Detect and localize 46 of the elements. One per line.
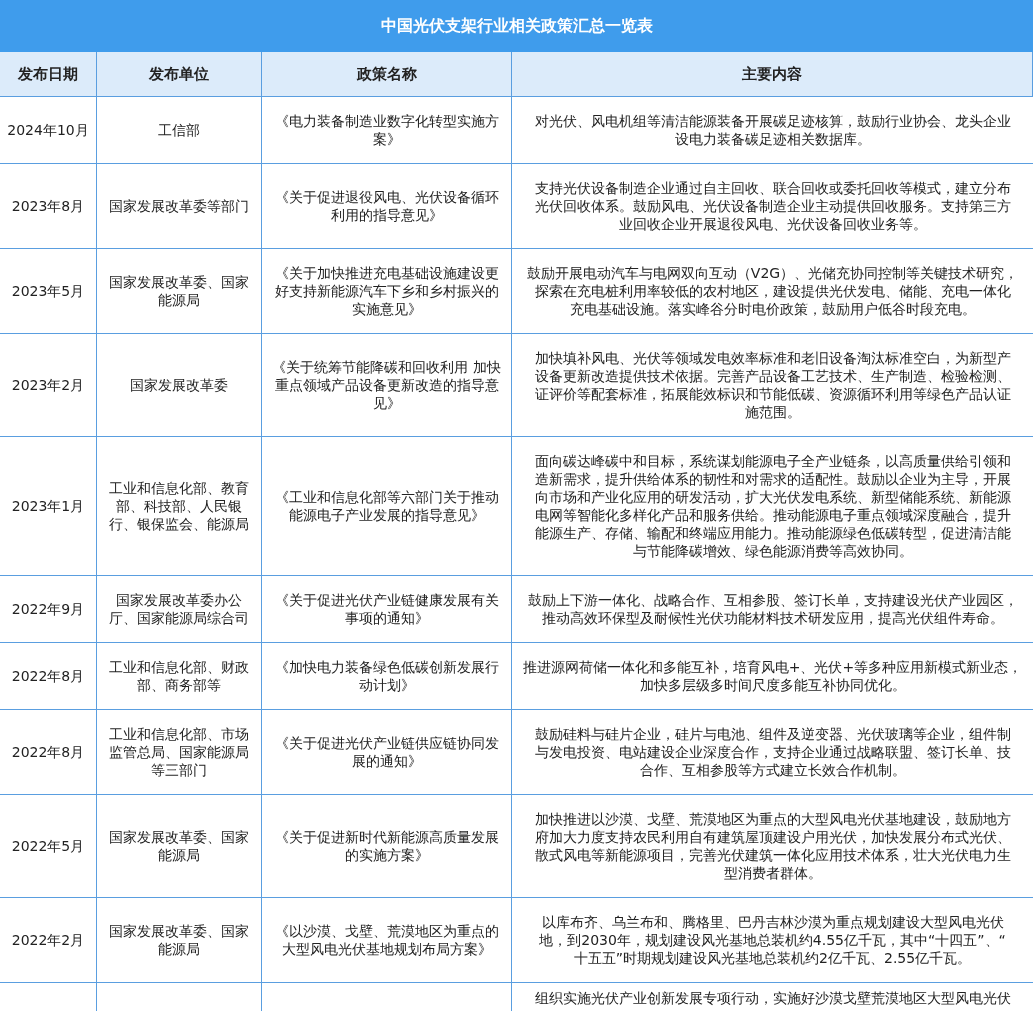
policy-name-cell-text: 《以沙漠、戈壁、荒漠地区为重点的大型风电光伏基地规划布局方案》 <box>273 922 500 958</box>
content-cell: 支持光伏设备制造企业通过自主回收、联合回收或委托回收等模式，建立分布 光伏回收体系。鼓励风电、光伏设备制造企业主动提供回收服务。支持第三方 业回收企业开展退役风电、光伏设备回收业务等。 <box>534 179 1011 233</box>
publisher-cell-text: 国家发展改革委、国家能源局 <box>108 922 250 958</box>
content-cell: 组织实施光伏产业创新发展专项行动，实施好沙漠戈壁荒漠地区大型风电光伏 <box>534 989 1011 1007</box>
publisher-cell-text: 工业和信息化部、财政部、商务部等 <box>108 658 250 694</box>
publisher-cell: 国家发展改革委 <box>130 376 228 394</box>
date-cell: 2023年5月 <box>11 282 85 300</box>
policy-name-cell-text: 《关于促进新时代新能源高质量发展的实施方案》 <box>273 828 500 864</box>
date-cell: 2023年8月 <box>11 197 85 215</box>
table-title: 中国光伏支架行业相关政策汇总一览表 <box>0 0 1033 52</box>
content-cell: 对光伏、风电机组等清洁能源装备开展碳足迹核算，鼓励行业协会、龙头企业 设电力装备碳足迹相关数据库。 <box>534 112 1011 148</box>
policy-name-cell-text: 《加快电力装备绿色低碳创新发展行动计划》 <box>273 658 500 694</box>
policy-name-cell-text: 《关于加快推进充电基础设施建设更好支持新能源汽车下乡和乡村振兴的实施意见》 <box>273 264 500 318</box>
content-cell: 鼓励上下游一体化、战略合作、互相参股、签订长单，支持建设光伏产业园区， 推动高效环保型及耐候性光伏功能材料技术研发应用，提高光伏组件寿命。 <box>527 591 1018 627</box>
policy-name-cell-text: 《关于统筹节能降碳和回收利用 加快重点领域产品设备更新改造的指导意见》 <box>271 358 502 412</box>
policy-name-cell-text: 《工业和信息化部等六部门关于推动能源电子产业发展的指导意见》 <box>273 488 500 524</box>
date-cell: 2022年8月 <box>11 743 85 761</box>
publisher-cell-text: 国家发展改革委、国家能源局 <box>108 828 250 864</box>
publisher-cell-text: 工业和信息化部、教育部、科技部、人民银行、银保监会、能源局 <box>108 479 250 533</box>
content-cell: 鼓励开展电动汽车与电网双向互动（V2G）、光储充协同控制等关键技术研究， 探索在充电桩利用率较低的农村地区，建设提供光伏发电、储能、充电一体化 充电基础设施。落实峰谷分时电价政策，鼓励用户低谷时段充电。 <box>526 264 1019 318</box>
content-cell: 推进源网荷储一体化和多能互补，培育风电+、光伏+等多种应用新模式新业态， 加快多层级多时间尺度多能互补协同优化。 <box>522 658 1023 694</box>
date-cell: 2024年10月 <box>7 121 89 139</box>
policy-name-cell-text: 《电力装备制造业数字化转型实施方案》 <box>273 112 500 148</box>
publisher-cell-text: 国家发展改革委办公厅、国家能源局综合司 <box>108 591 250 627</box>
column-header: 发布日期 <box>0 52 97 96</box>
date-cell: 2022年9月 <box>11 600 85 618</box>
content-cell: 加快推进以沙漠、戈壁、荒漠地区为重点的大型风电光伏基地建设，鼓励地方 府加大力度支持农民利用自有建筑屋顶建设户用光伏，加快发展分布式光伏、 散式风电等新能源项目，完善光伏建筑一体化应用技术体系，壮大光伏电力生 型消费者群体。 <box>534 810 1011 882</box>
policy-name-cell-text: 《关于促进退役风电、光伏设备循环利用的指导意见》 <box>273 188 500 224</box>
publisher-cell-text: 工业和信息化部、市场监管总局、国家能源局等三部门 <box>108 725 250 779</box>
column-header: 政策名称 <box>262 52 512 96</box>
date-cell: 2022年2月 <box>11 931 85 949</box>
policy-name-cell-text: 《关于促进光伏产业链健康发展有关事项的通知》 <box>273 591 500 627</box>
publisher-cell-text: 国家发展改革委、国家能源局 <box>108 273 250 309</box>
column-header: 发布单位 <box>97 52 262 96</box>
date-cell: 2022年5月 <box>11 837 85 855</box>
date-cell: 2022年8月 <box>11 667 85 685</box>
publisher-cell: 工信部 <box>158 121 200 139</box>
date-cell: 2023年2月 <box>11 376 85 394</box>
content-cell: 加快填补风电、光伏等领域发电效率标准和老旧设备淘汰标准空白，为新型产 设备更新改造提供技术依据。完善产品设备工艺技术、生产制造、检验检测、 证评价等配套标准，拓展能效标识和节能低碳、资源循环利用等绿色产品认证 施范围。 <box>534 349 1011 421</box>
publisher-cell: 国家发展改革委等部门 <box>109 197 249 215</box>
content-cell: 以库布齐、乌兰布和、腾格里、巴丹吉林沙漠为重点规划建设大型风电光伏 地，到2030年，规划建设风光基地总装机约4.55亿千瓦，其中“十四五”、“ 十五五”时期规划建设风光基地总装机约2亿千瓦、2.55亿千瓦。 <box>539 913 1006 967</box>
column-header: 主要内容 <box>512 52 1033 96</box>
content-cell: 鼓励硅料与硅片企业，硅片与电池、组件及逆变器、光伏玻璃等企业，组件制 与发电投资、电站建设企业深度合作，支持企业通过战略联盟、签订长单、技 合作、互相参股等方式建立长效合作机制。 <box>534 725 1011 779</box>
content-cell: 面向碳达峰碳中和目标，系统谋划能源电子全产业链条，以高质量供给引领和 造新需求，提升供给体系的韧性和对需求的适配性。鼓励以企业为主导，开展 向市场和产业化应用的研发活动，扩大光伏发电系统、新型储能系统、新能源 电网等智能化多样化产品和服务供给。推动能源电子重点领域深度融合，提升 能源生产、存储、输配和终端应用能力。推动能源绿色低碳转型，促进清洁能 与节能降碳增效、绿色能源消费等高效协同。 <box>534 452 1011 560</box>
date-cell: 2023年1月 <box>11 497 85 515</box>
policy-name-cell-text: 《关于促进光伏产业链供应链协同发展的通知》 <box>273 734 500 770</box>
